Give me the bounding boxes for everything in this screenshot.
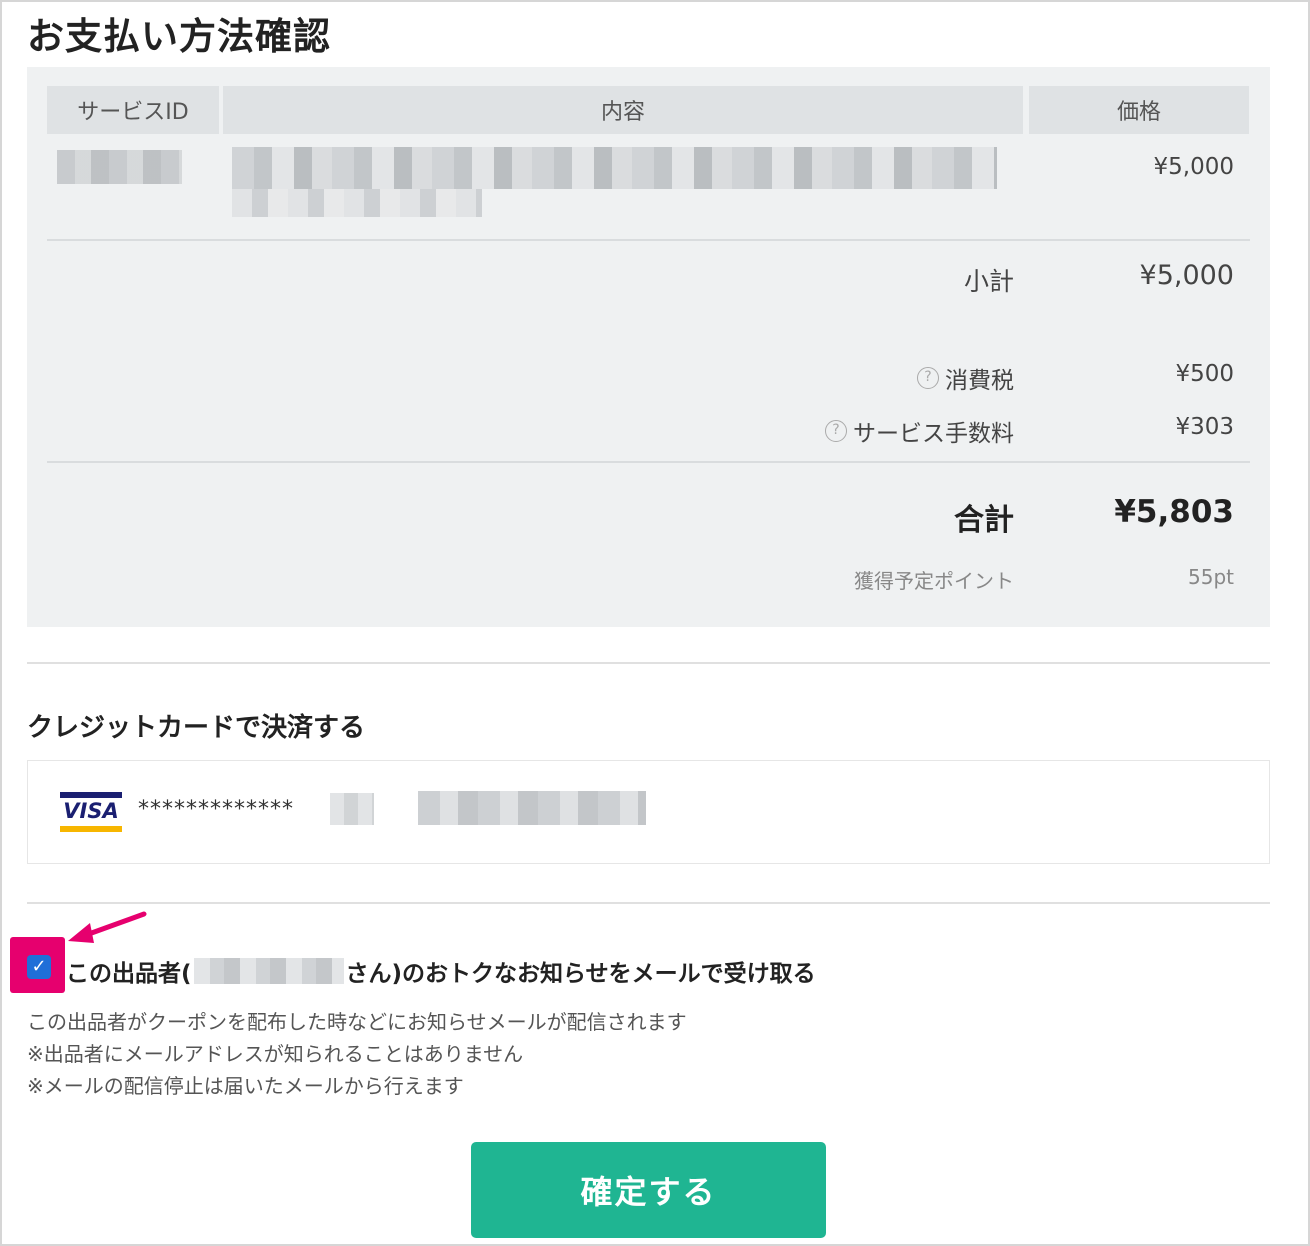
optin-note: ※出品者にメールアドレスが知られることはありません xyxy=(27,1042,524,1066)
header-price: 価格 xyxy=(1029,86,1249,134)
total-value: ¥5,803 xyxy=(1114,494,1234,530)
redacted-content-line2 xyxy=(232,189,482,217)
redacted-card-digits xyxy=(330,793,374,825)
optin-note: ※メールの配信停止は届いたメールから行えます xyxy=(27,1074,464,1098)
optin-label[interactable]: この出品者( さん)のおトクなお知らせをメールで受け取る xyxy=(66,954,816,988)
redacted-seller-name xyxy=(193,958,344,984)
credit-card-option[interactable]: VISA ************* xyxy=(27,760,1270,864)
divider xyxy=(47,461,1250,463)
subtotal-label: 小計 xyxy=(963,267,1014,296)
page-title: お支払い方法確認 xyxy=(27,15,331,58)
redacted-content xyxy=(232,147,997,189)
payment-section-title: クレジットカードで決済する xyxy=(27,713,366,743)
section-divider xyxy=(27,902,1270,904)
help-circle-icon[interactable]: ? xyxy=(917,367,939,389)
optin-checkbox[interactable]: ✓ xyxy=(27,955,51,979)
tax-label-group: ? 消費税 xyxy=(917,361,1014,395)
redacted-service-id xyxy=(57,150,182,184)
points-label: 獲得予定ポイント xyxy=(854,569,1014,593)
card-number: ************* xyxy=(138,797,294,822)
points-value: 55pt xyxy=(1188,565,1234,589)
order-summary: サービスID 内容 価格 ¥5,000 小計 ¥5,000 ? 消費税 ¥500… xyxy=(27,67,1270,627)
subtotal-value: ¥5,000 xyxy=(1139,260,1234,291)
card-brand: VISA xyxy=(63,799,119,823)
header-content: 内容 xyxy=(223,86,1023,134)
fee-value: ¥303 xyxy=(1175,414,1234,440)
optin-note: この出品者がクーポンを配布した時などにお知らせメールが配信されます xyxy=(27,1010,687,1034)
confirm-button[interactable]: 確定する xyxy=(471,1142,826,1238)
header-service-id: サービスID xyxy=(47,86,219,134)
fee-label: サービス手数料 xyxy=(853,421,1014,447)
help-circle-icon[interactable]: ? xyxy=(825,420,847,442)
tax-value: ¥500 xyxy=(1175,361,1234,387)
optin-label-prefix: この出品者( xyxy=(66,961,192,987)
section-divider xyxy=(27,662,1270,664)
redacted-card-holder xyxy=(418,791,646,825)
visa-logo-icon: VISA xyxy=(60,792,122,832)
tax-label: 消費税 xyxy=(945,368,1014,394)
fee-label-group: ? サービス手数料 xyxy=(825,414,1014,448)
optin-label-suffix: さん)のおトクなお知らせをメールで受け取る xyxy=(345,961,816,987)
divider xyxy=(47,239,1250,241)
total-label: 合計 xyxy=(954,503,1014,538)
row-price: ¥5,000 xyxy=(1153,154,1234,180)
annotation-arrow-icon xyxy=(68,911,147,943)
